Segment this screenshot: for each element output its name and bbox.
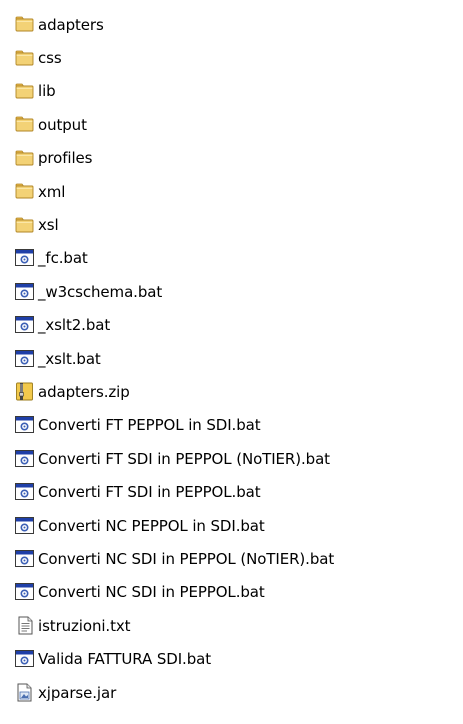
file-name: adapters	[38, 15, 104, 34]
file-name: Converti NC SDI in PEPPOL (NoTIER).bat	[38, 549, 335, 568]
list-item[interactable]: istruzioni.txt	[15, 609, 463, 642]
folder-icon	[15, 148, 37, 168]
list-item[interactable]: _xslt2.bat	[15, 309, 463, 342]
folder-icon	[15, 81, 37, 101]
batch-file-icon	[15, 248, 37, 268]
batch-file-icon	[15, 349, 37, 369]
file-name: xjparse.jar	[38, 683, 117, 702]
list-item[interactable]: _xslt.bat	[15, 342, 463, 375]
file-name: Converti NC SDI in PEPPOL.bat	[38, 583, 265, 602]
zip-archive-icon	[15, 382, 37, 402]
list-item[interactable]: profiles	[15, 142, 463, 175]
file-name: istruzioni.txt	[38, 616, 131, 635]
batch-file-icon	[15, 582, 37, 602]
jar-file-icon	[15, 683, 37, 703]
folder-icon	[15, 48, 37, 68]
text-file-icon	[15, 616, 37, 636]
list-item[interactable]: output	[15, 108, 463, 141]
batch-file-icon	[15, 415, 37, 435]
folder-icon	[15, 182, 37, 202]
batch-file-icon	[15, 549, 37, 569]
file-name: _fc.bat	[38, 249, 88, 268]
file-name: _xslt2.bat	[38, 316, 111, 335]
file-name: Converti FT SDI in PEPPOL.bat	[38, 483, 261, 502]
file-name: Converti FT PEPPOL in SDI.bat	[38, 416, 261, 435]
list-item[interactable]: Converti NC PEPPOL in SDI.bat	[15, 509, 463, 542]
folder-icon	[15, 115, 37, 135]
batch-file-icon	[15, 649, 37, 669]
batch-file-icon	[15, 282, 37, 302]
file-name: adapters.zip	[38, 382, 130, 401]
list-item[interactable]: Valida FATTURA SDI.bat	[15, 642, 463, 675]
list-item[interactable]: adapters.zip	[15, 375, 463, 408]
folder-icon	[15, 215, 37, 235]
list-item[interactable]: Converti NC SDI in PEPPOL.bat	[15, 576, 463, 609]
batch-file-icon	[15, 482, 37, 502]
list-item[interactable]: adapters	[15, 8, 463, 41]
batch-file-icon	[15, 516, 37, 536]
file-name: Converti FT SDI in PEPPOL (NoTIER).bat	[38, 449, 330, 468]
file-name: _w3cschema.bat	[38, 282, 163, 301]
list-item[interactable]: Converti NC SDI in PEPPOL (NoTIER).bat	[15, 542, 463, 575]
file-name: output	[38, 115, 87, 134]
list-item[interactable]: Converti FT SDI in PEPPOL (NoTIER).bat	[15, 442, 463, 475]
file-name: _xslt.bat	[38, 349, 101, 368]
list-item[interactable]: xjparse.jar	[15, 676, 463, 709]
list-item[interactable]: css	[15, 41, 463, 74]
file-name: lib	[38, 82, 56, 101]
file-name: xsl	[38, 216, 59, 235]
file-list: adapters css lib output profiles xml xsl…	[0, 0, 463, 709]
list-item[interactable]: Converti FT PEPPOL in SDI.bat	[15, 409, 463, 442]
list-item[interactable]: xml	[15, 175, 463, 208]
list-item[interactable]: xsl	[15, 208, 463, 241]
batch-file-icon	[15, 315, 37, 335]
file-name: profiles	[38, 149, 93, 168]
list-item[interactable]: _w3cschema.bat	[15, 275, 463, 308]
file-name: xml	[38, 182, 66, 201]
list-item[interactable]: Converti FT SDI in PEPPOL.bat	[15, 475, 463, 508]
folder-icon	[15, 15, 37, 35]
file-name: Valida FATTURA SDI.bat	[38, 650, 211, 669]
list-item[interactable]: lib	[15, 75, 463, 108]
batch-file-icon	[15, 449, 37, 469]
list-item[interactable]: _fc.bat	[15, 242, 463, 275]
file-name: css	[38, 49, 62, 68]
file-name: Converti NC PEPPOL in SDI.bat	[38, 516, 265, 535]
